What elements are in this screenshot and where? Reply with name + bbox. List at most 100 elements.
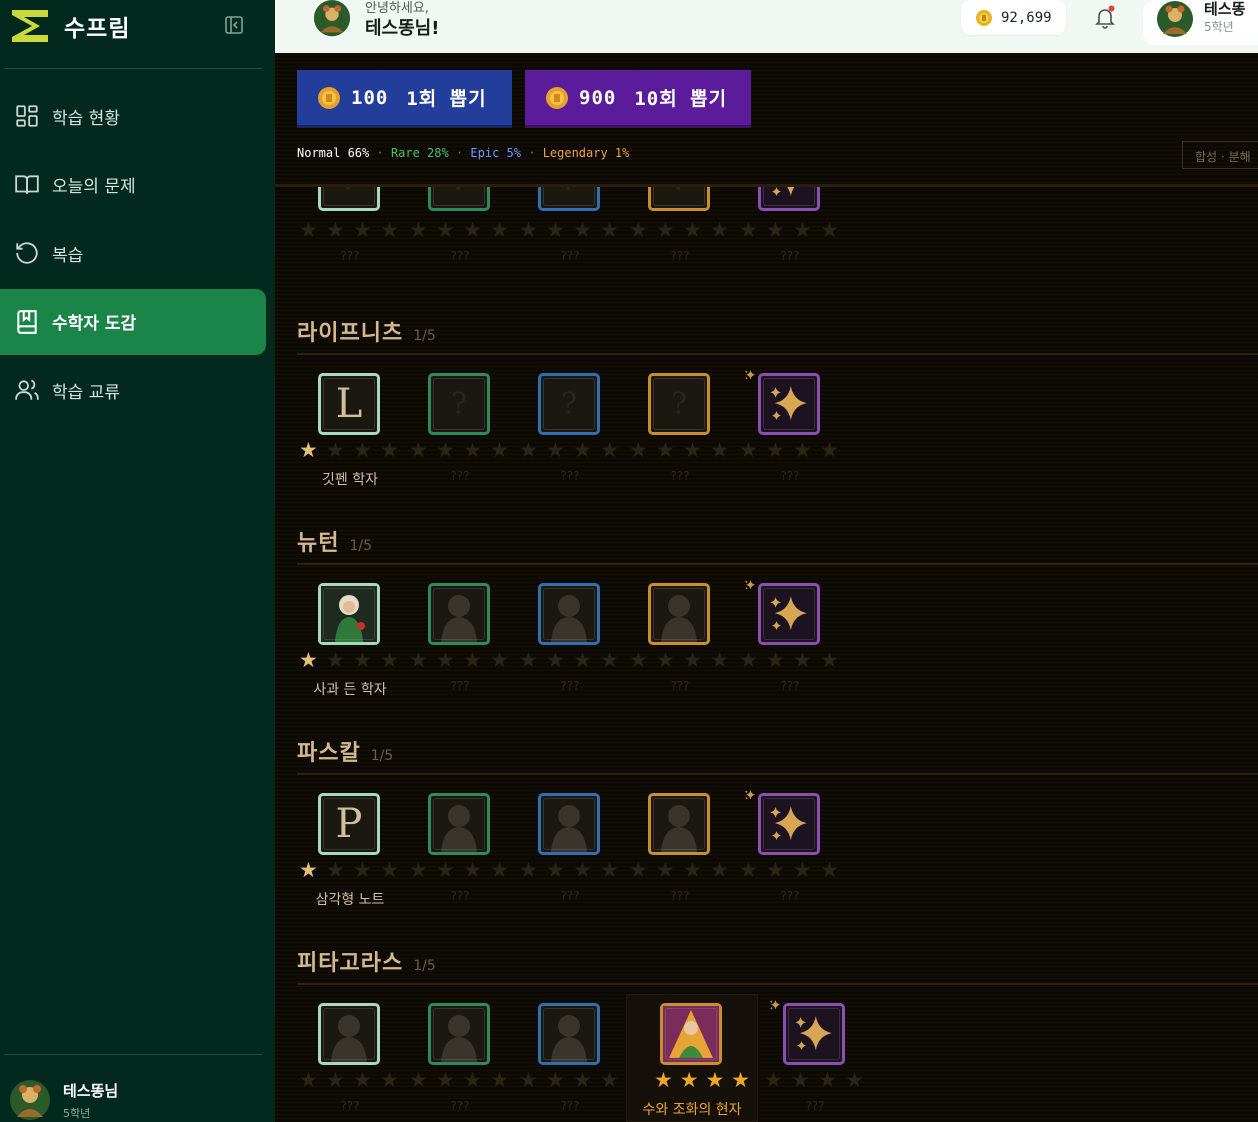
collection-card[interactable]: ? ★ ★ ★ ★??? xyxy=(627,373,737,503)
collection-card[interactable]: ? ★ ★ ★ ★??? xyxy=(517,373,627,503)
collection-card-partial[interactable]: ?★★★★??? xyxy=(297,187,407,277)
star-icon: ★ xyxy=(519,858,538,882)
draw-10-button[interactable]: 900 10회 뽑기 xyxy=(525,70,751,128)
star-icon: ★ xyxy=(656,218,675,242)
sidebar-item-study-exchange[interactable]: 학습 교류 xyxy=(0,357,266,423)
star-icon: ★ xyxy=(353,218,372,242)
sidebar-user[interactable]: 테스똥님 5학년 xyxy=(9,1079,118,1121)
legendary-portrait-icon xyxy=(663,1006,719,1062)
collection-card[interactable]: ★ ★ ★ ★??? xyxy=(627,583,737,713)
logo-icon xyxy=(12,10,48,42)
rate-separator: · xyxy=(369,146,391,160)
rate-rare: Rare 28% xyxy=(390,146,449,160)
star-icon: ★ xyxy=(739,858,758,882)
star-icon: ★ xyxy=(353,858,372,882)
collection-card[interactable]: ★ ★ ★ ★??? xyxy=(737,790,847,923)
collection-main: 100 1회 뽑기 900 10회 뽑기 Normal 66% · Rare 2… xyxy=(275,53,1258,1122)
profile-menu[interactable]: 테스똥 5학년 xyxy=(1143,0,1258,45)
card-sparkle xyxy=(761,796,817,852)
brand[interactable]: 수프림 xyxy=(10,6,130,46)
draw-1-button[interactable]: 100 1회 뽑기 xyxy=(297,70,512,128)
star-icon: ★ xyxy=(600,438,619,462)
draw-1-price: 100 xyxy=(351,86,389,109)
collection-card[interactable]: ★ ★ ★ ★??? xyxy=(517,1003,627,1122)
collection-card-partial[interactable]: ?★★★★??? xyxy=(407,187,517,277)
star-icon: ★ xyxy=(820,648,839,672)
card-frame xyxy=(318,583,380,645)
star-icon: ★ xyxy=(710,218,729,242)
top-header: 안녕하세요, 테스똥님! 92,699 테스똥 5학년 xyxy=(275,0,1258,53)
collection-card[interactable]: L ★ ★ ★ ★ 깃펜 학자 xyxy=(297,373,407,503)
card-stars: ★ ★ ★ ★ xyxy=(299,649,399,671)
card-stars: ★ ★ ★ ★ xyxy=(299,859,399,881)
synthesize-button[interactable]: 합성 · 분해 xyxy=(1182,141,1258,169)
collection-card[interactable]: P ★ ★ ★ ★ 삼각형 노트 xyxy=(297,793,407,923)
section-count: 1/5 xyxy=(370,748,394,764)
star-icon: ★ xyxy=(519,218,538,242)
collection-card[interactable]: ★ ★ ★ ★??? xyxy=(737,370,847,503)
collection-card-partial[interactable]: ?★★★★??? xyxy=(517,187,627,277)
locked-silhouette-icon xyxy=(441,1015,477,1062)
star-icon: ★ xyxy=(739,218,758,242)
sidebar-item-today-problem[interactable]: 오늘의 문제 xyxy=(0,152,266,218)
collection-card[interactable]: ? ★ ★ ★ ★??? xyxy=(407,373,517,503)
collection-card[interactable]: ★ ★ ★ ★ 수와 조화의 현자 xyxy=(636,1003,750,1122)
star-icon: ★ xyxy=(436,218,455,242)
avatar xyxy=(10,1080,50,1120)
notification-bell-icon[interactable] xyxy=(1093,5,1117,29)
star-icon: ★ xyxy=(820,218,839,242)
sidebar-item-review[interactable]: 복습 xyxy=(0,220,266,286)
card-frame: ? xyxy=(428,187,490,211)
sidebar-divider xyxy=(4,68,262,69)
sidebar-item-dashboard[interactable]: 학습 현황 xyxy=(0,83,266,149)
star-icon: ★ xyxy=(409,648,428,672)
star-icon: ★ xyxy=(766,858,785,882)
locked-silhouette-icon xyxy=(551,805,587,852)
collection-card[interactable]: ★ ★ ★ ★??? xyxy=(407,793,517,923)
collection-card[interactable]: ★ ★ ★ ★??? xyxy=(737,580,847,713)
card-name: ??? xyxy=(560,679,580,693)
star-icon: ★ xyxy=(490,858,509,882)
star-icon: ★ xyxy=(409,1068,428,1092)
dashboard-icon xyxy=(16,105,38,127)
sidebar-item-label: 학습 현황 xyxy=(52,108,120,129)
card-name: ??? xyxy=(450,1099,470,1113)
collection-card[interactable]: ★ ★ ★ ★??? xyxy=(407,583,517,713)
card-frame xyxy=(318,1003,380,1065)
collection-card[interactable]: ★ ★ ★ ★??? xyxy=(297,1003,407,1122)
card-frame xyxy=(758,583,820,645)
star-icon: ★ xyxy=(546,858,565,882)
rate-separator: · xyxy=(448,146,471,160)
collapse-sidebar-icon[interactable] xyxy=(224,15,244,35)
sidebar-item-mathematician-collection[interactable]: 수학자 도감 xyxy=(0,288,266,355)
collection-card[interactable]: ★ ★ ★ ★??? xyxy=(407,1003,517,1122)
star-icon: ★ xyxy=(764,1068,783,1092)
coin-balance[interactable]: 92,699 xyxy=(961,0,1066,35)
collection-card[interactable]: ★ ★ ★ ★??? xyxy=(627,793,737,923)
card-stars: ★ ★ ★ ★ xyxy=(629,649,729,671)
star-icon: ★ xyxy=(656,648,675,672)
collection-card-partial[interactable]: ★ ★ ★ ★??? xyxy=(737,187,847,277)
sparkle-icon xyxy=(744,370,755,380)
star-icon: ★ xyxy=(820,438,839,462)
card-sparkle xyxy=(786,1006,842,1062)
star-icon: ★ xyxy=(600,648,619,672)
collection-card[interactable]: ★ ★ ★ ★??? xyxy=(517,583,627,713)
section-title: 라이프니츠 1/5 xyxy=(297,315,436,347)
card-frame xyxy=(538,583,600,645)
star-icon: ★ xyxy=(380,858,399,882)
star-icon: ★ xyxy=(656,438,675,462)
card-name: ??? xyxy=(450,469,470,483)
collection-card[interactable]: ★ ★ ★ ★??? xyxy=(517,793,627,923)
sparkle-icon xyxy=(795,1016,832,1051)
star-icon: ★ xyxy=(326,858,345,882)
star-icon: ★ xyxy=(766,648,785,672)
collection-card-partial[interactable]: ?★★★★??? xyxy=(627,187,737,277)
book-bookmark-icon xyxy=(17,309,37,334)
mythic-spark-icon xyxy=(768,997,782,1011)
sidebar-user-name: 테스똥님 xyxy=(63,1081,119,1100)
star-icon: ★ xyxy=(739,648,758,672)
star-icon: ★ xyxy=(299,648,318,672)
collection-card[interactable]: ★ ★ ★ ★??? xyxy=(762,1000,872,1122)
collection-card[interactable]: ★ ★ ★ ★ 사과 든 학자 xyxy=(297,583,407,713)
